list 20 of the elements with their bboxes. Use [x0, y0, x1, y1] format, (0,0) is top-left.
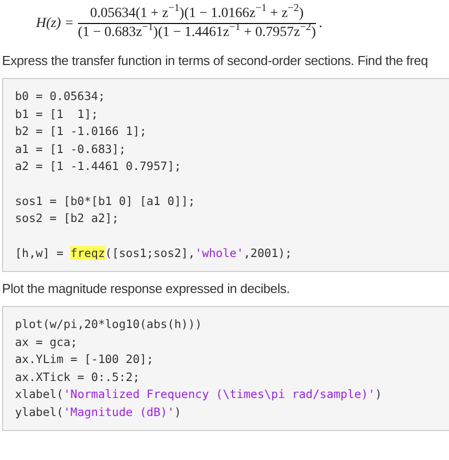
equation-denominator: (1 − 0.683z$^{−1}$)(1 − 1.4461z$^{−1}$ + 0.7957z$^{−2}$) — [78, 24, 316, 42]
code-line: b1 = [1 1]; — [15, 106, 98, 122]
equation-numerator: 0.05634(1 + z$^{−1}$)(1 − 1.0166z$^{−1}$ + z$^{−2}$) — [90, 4, 304, 22]
code-line: ylabel('Magnitude (dB)') — [15, 404, 182, 420]
code-line: ax.XTick = 0:.5:2; — [15, 368, 140, 386]
code-line: ax.YLim = [-100 20]; — [15, 351, 154, 368]
equation-lhs: H(z) = — [36, 14, 74, 32]
paragraph: Plot the magnitude response expressed in decibels. — [1, 280, 290, 298]
code-line: xlabel('Normalized Frequency (\times\pi rad/sample)') — [15, 386, 382, 403]
equation-period: . — [318, 14, 322, 32]
code-line: ax = gca; — [15, 334, 78, 350]
code-line: sos1 = [b0*[b1 0] [a1 0]]; — [15, 192, 196, 210]
code-line: a1 = [1 -0.683]; — [15, 140, 126, 158]
code-line: plot(w/pi,20*log10(abs(h))) — [15, 316, 202, 333]
code-line: [h,w] = freqz([sos1;sos2],'whole',2001); — [15, 244, 292, 262]
code-line: b0 = 0.05634; — [15, 88, 106, 105]
code-line: sos2 = [b2 a2]; — [15, 210, 119, 227]
paragraph: Express the transfer function in terms of second-order sections. Find the freq — [1, 52, 428, 70]
code-line: a2 = [1 -1.4461 0.7957]; — [15, 158, 182, 175]
code-line: b2 = [1 -1.0166 1]; — [15, 123, 147, 140]
